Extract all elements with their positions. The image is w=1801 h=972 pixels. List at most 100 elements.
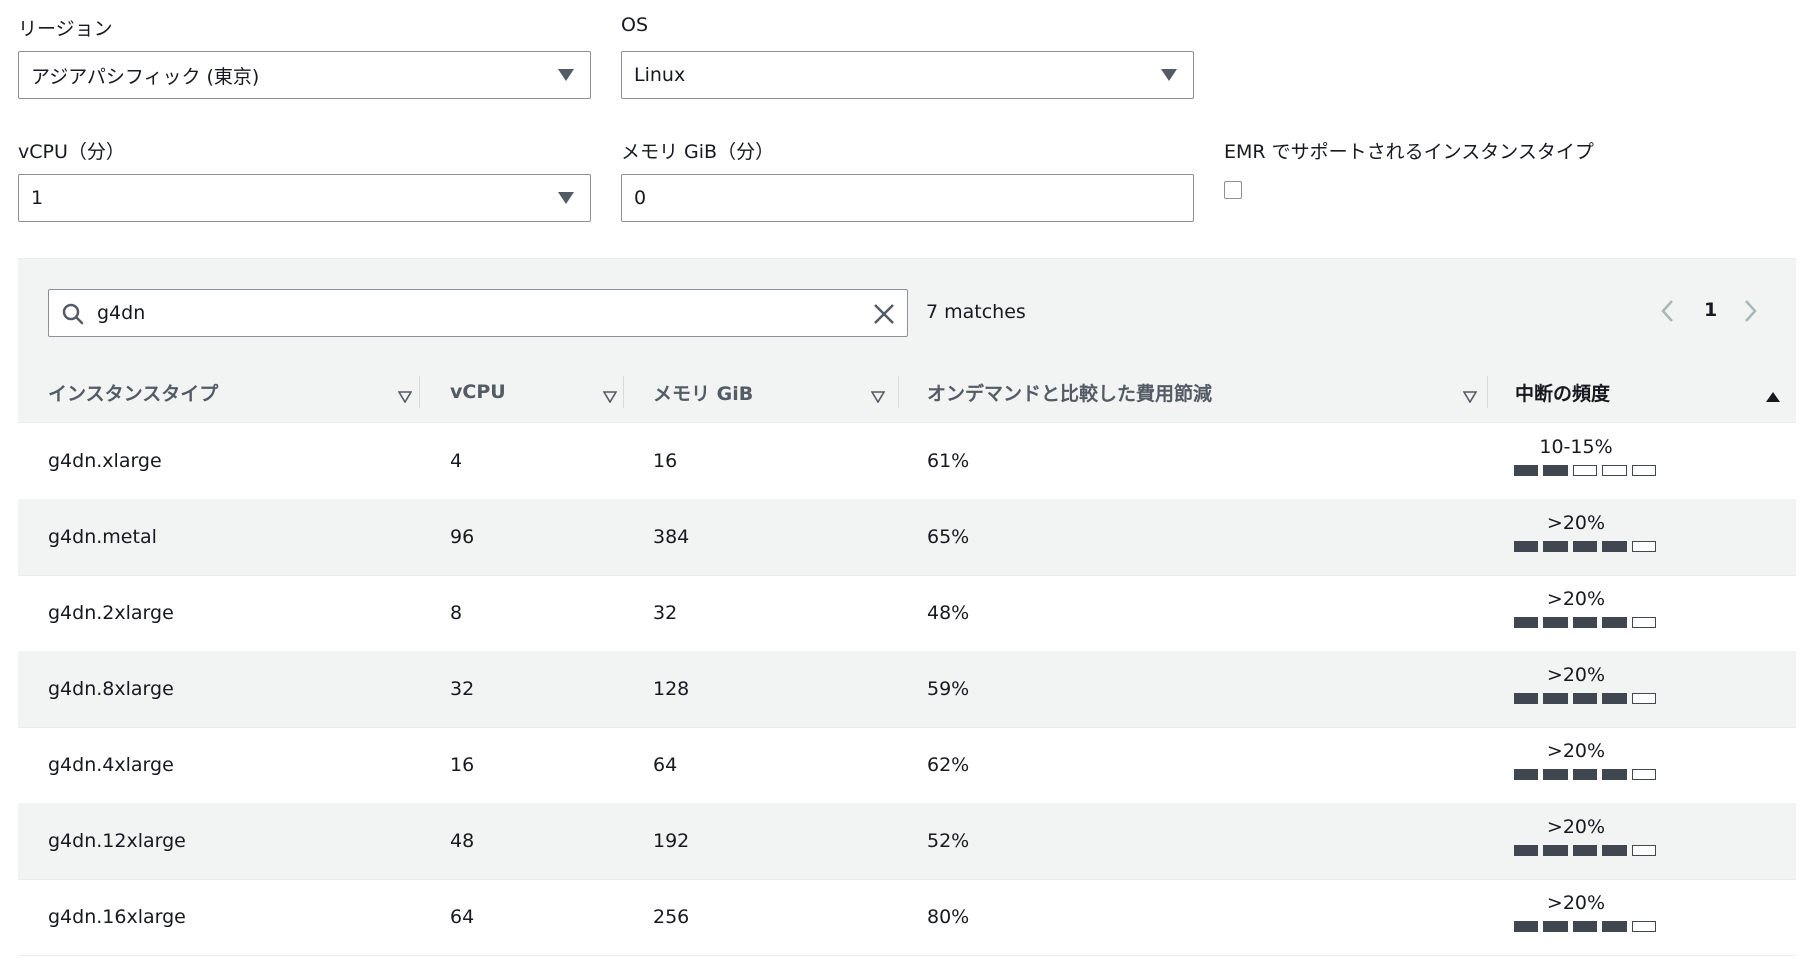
meter-segment <box>1631 617 1657 628</box>
interruption-frequency-label: >20% <box>1546 892 1606 914</box>
meter-segment <box>1631 921 1657 932</box>
emr-checkbox[interactable] <box>1224 181 1242 199</box>
meter-segment <box>1514 921 1539 932</box>
interruption-frequency: >20% <box>1496 587 1657 628</box>
interruption-level-meter <box>1514 769 1657 780</box>
meter-segment <box>1572 921 1598 932</box>
column-header-label: インスタンスタイプ <box>48 382 219 405</box>
meter-segment <box>1543 921 1568 932</box>
caret-up-icon <box>1765 386 1781 408</box>
memory-cell: 192 <box>653 830 690 852</box>
meter-segment <box>1572 541 1598 552</box>
interruption-frequency: >20% <box>1496 891 1657 932</box>
memory-input[interactable]: 0 <box>621 174 1194 222</box>
column-header-instance-type[interactable]: インスタンスタイプ <box>48 362 418 422</box>
page-number[interactable]: 1 <box>1704 299 1717 321</box>
meter-segment <box>1543 617 1568 628</box>
close-icon[interactable] <box>871 301 897 331</box>
match-count: 7 matches <box>926 301 1026 323</box>
caret-down-icon <box>558 69 574 81</box>
meter-segment <box>1602 617 1627 628</box>
interruption-frequency: 10-15% <box>1496 435 1657 476</box>
os-label: OS <box>621 14 649 36</box>
table-row[interactable]: g4dn.metal 96 384 65% >20% <box>18 499 1796 576</box>
table-row[interactable]: g4dn.4xlarge 16 64 62% >20% <box>18 727 1796 804</box>
meter-segment <box>1543 541 1568 552</box>
chevron-right-icon[interactable] <box>1740 297 1760 329</box>
chevron-left-icon[interactable] <box>1658 297 1678 329</box>
meter-segment <box>1631 541 1657 552</box>
vcpu-select[interactable]: 1 <box>18 174 591 222</box>
column-divider <box>623 376 624 408</box>
meter-segment <box>1514 769 1539 780</box>
memory-cell: 16 <box>653 450 678 472</box>
meter-segment <box>1631 845 1657 856</box>
column-header-label: vCPU <box>450 381 506 403</box>
meter-segment <box>1514 693 1539 704</box>
memory-cell: 32 <box>653 602 678 624</box>
table-row[interactable]: g4dn.xlarge 4 16 61% 10-15% <box>18 423 1796 500</box>
meter-segment <box>1631 693 1657 704</box>
region-select-value: アジアパシフィック (東京) <box>31 65 260 88</box>
interruption-level-meter <box>1514 465 1657 476</box>
column-header-label: オンデマンドと比較した費用節減 <box>927 382 1213 405</box>
interruption-level-meter <box>1514 617 1657 628</box>
column-divider <box>1487 376 1488 408</box>
meter-segment <box>1543 693 1568 704</box>
savings-cell: 59% <box>927 678 970 700</box>
instance-table: g4dn 7 matches 1 インスタンスタイプ vCPU メモリ GiB … <box>18 258 1796 972</box>
caret-down-icon <box>1462 386 1478 408</box>
table-toolbar: g4dn 7 matches 1 <box>18 258 1796 363</box>
memory-input-value: 0 <box>634 187 647 209</box>
os-select[interactable]: Linux <box>621 51 1194 99</box>
instance-type-cell: g4dn.4xlarge <box>48 754 174 776</box>
meter-segment <box>1602 693 1627 704</box>
search-input[interactable]: g4dn <box>48 289 908 337</box>
table-row[interactable]: g4dn.8xlarge 32 128 59% >20% <box>18 651 1796 728</box>
interruption-frequency: >20% <box>1496 815 1657 856</box>
vcpu-cell: 4 <box>450 450 463 472</box>
table-row[interactable]: g4dn.2xlarge 8 32 48% >20% <box>18 575 1796 652</box>
savings-cell: 62% <box>927 754 970 776</box>
interruption-level-meter <box>1514 693 1657 704</box>
meter-segment <box>1572 617 1598 628</box>
vcpu-select-value: 1 <box>31 187 44 209</box>
vcpu-cell: 96 <box>450 526 475 548</box>
column-header-label: メモリ GiB <box>653 382 754 405</box>
caret-down-icon <box>1161 69 1177 81</box>
vcpu-cell: 16 <box>450 754 475 776</box>
os-select-value: Linux <box>634 64 686 86</box>
instance-type-cell: g4dn.12xlarge <box>48 830 186 852</box>
column-header-savings[interactable]: オンデマンドと比較した費用節減 <box>927 362 1487 422</box>
table-row[interactable]: g4dn.16xlarge 64 256 80% >20% <box>18 879 1796 956</box>
column-divider <box>898 376 899 408</box>
column-header-vcpu[interactable]: vCPU <box>450 362 620 422</box>
search-icon <box>61 302 85 330</box>
meter-segment <box>1631 769 1657 780</box>
interruption-level-meter <box>1514 845 1657 856</box>
meter-segment <box>1602 769 1627 780</box>
interruption-level-meter <box>1514 921 1657 932</box>
interruption-frequency-label: >20% <box>1546 512 1606 534</box>
column-header-interruption[interactable]: 中断の頻度 <box>1515 362 1785 422</box>
interruption-frequency-label: 10-15% <box>1539 436 1613 458</box>
vcpu-cell: 8 <box>450 602 463 624</box>
interruption-level-meter <box>1514 541 1657 552</box>
region-select[interactable]: アジアパシフィック (東京) <box>18 51 591 99</box>
meter-segment <box>1543 769 1568 780</box>
memory-cell: 384 <box>653 526 690 548</box>
caret-down-icon <box>397 386 413 408</box>
vcpu-label: vCPU（分） <box>18 141 125 163</box>
vcpu-cell: 32 <box>450 678 475 700</box>
caret-down-icon <box>602 386 618 408</box>
emr-label: EMR でサポートされるインスタンスタイプ <box>1224 141 1594 163</box>
table-header: インスタンスタイプ vCPU メモリ GiB オンデマンドと比較した費用節減 中… <box>18 362 1796 423</box>
meter-segment <box>1514 617 1539 628</box>
caret-down-icon <box>870 386 886 408</box>
memory-label: メモリ GiB（分） <box>621 141 775 163</box>
table-row[interactable]: g4dn.12xlarge 48 192 52% >20% <box>18 803 1796 880</box>
memory-cell: 128 <box>653 678 690 700</box>
meter-segment <box>1572 693 1598 704</box>
instance-type-cell: g4dn.2xlarge <box>48 602 174 624</box>
column-header-memory[interactable]: メモリ GiB <box>653 362 903 422</box>
